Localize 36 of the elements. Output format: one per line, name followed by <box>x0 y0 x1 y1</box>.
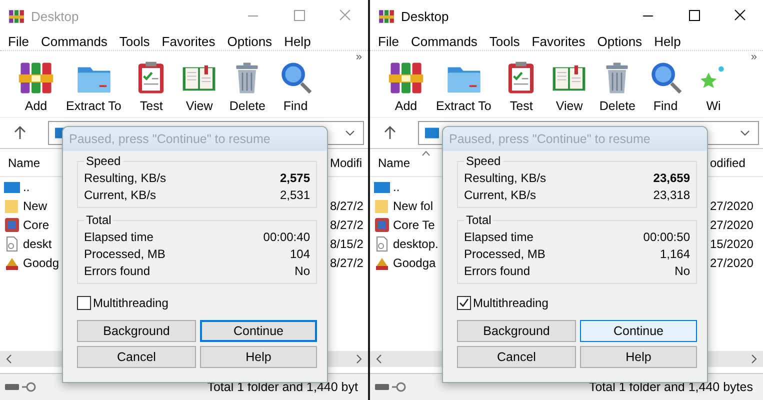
stat-label: Resulting, KB/s <box>464 171 546 185</box>
stat-label: Processed, MB <box>464 247 546 261</box>
stat-value: 00:00:50 <box>643 230 690 244</box>
window-title: Desktop <box>31 8 79 24</box>
stat-label: Current, KB/s <box>84 188 156 202</box>
stat-value: No <box>294 264 310 278</box>
stat-value: 2,575 <box>280 171 310 185</box>
stat-value: 1,164 <box>660 247 690 261</box>
file-date: 27/2020 <box>710 256 754 270</box>
group-heading: Speed <box>84 154 123 168</box>
file-date: 8/15/2 <box>330 236 364 250</box>
stat-label: Elapsed time <box>84 230 154 244</box>
group-heading: Speed <box>464 154 503 168</box>
stat-value: No <box>674 264 690 278</box>
stat-value: 00:00:40 <box>263 230 310 244</box>
stat-label: Processed, MB <box>84 247 166 261</box>
stat-label: Current, KB/s <box>464 188 536 202</box>
stat-label: Errors found <box>464 264 530 278</box>
file-date: 8/27/2 <box>330 256 364 270</box>
file-date: 8/27/2 <box>330 218 364 232</box>
stat-value: 2,531 <box>280 188 310 202</box>
stat-value: 23,318 <box>653 188 690 202</box>
group-heading: Total <box>464 213 494 227</box>
file-date: 8/27/2 <box>330 198 364 212</box>
file-date: 15/2020 <box>710 236 754 250</box>
stat-value: 23,659 <box>653 171 690 185</box>
group-heading: Total <box>84 213 114 227</box>
file-date: 27/2020 <box>710 218 754 232</box>
window-title: Desktop <box>401 8 449 24</box>
stat-label: Resulting, KB/s <box>84 171 166 185</box>
dialog-title: Paused, press "Continue" to resume <box>63 127 327 151</box>
stat-label: Errors found <box>84 264 150 278</box>
dialog-title: Paused, press "Continue" to resume <box>443 127 707 151</box>
stat-label: Elapsed time <box>464 230 534 244</box>
stat-value: 104 <box>290 247 310 261</box>
file-date: 27/2020 <box>710 198 754 212</box>
